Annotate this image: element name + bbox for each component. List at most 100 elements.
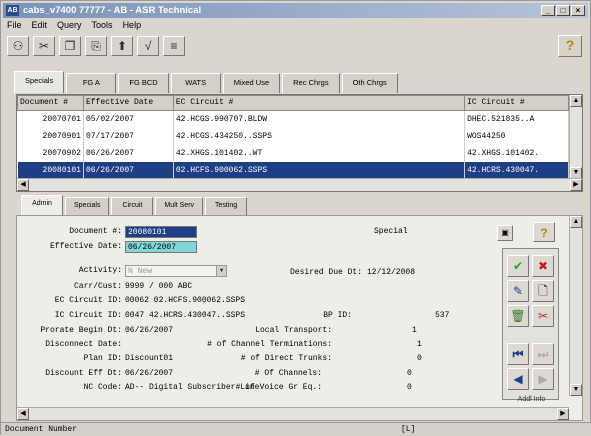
menu-help[interactable]: Help — [123, 19, 142, 32]
tab-wats[interactable]: WATS — [170, 73, 221, 93]
tab-oth-chrgs[interactable]: Oth Chrgs — [341, 73, 398, 93]
previous-record-icon[interactable]: ◀ — [507, 368, 529, 390]
tab-mixed-use[interactable]: Mixed Use — [222, 73, 281, 93]
cell-ic-circuit: DHEC.521835..A — [464, 110, 569, 128]
toolbar: ⚇ ✂ ❐ ⎘ ⬆ √ ≡ ? — [3, 33, 588, 59]
activity-select[interactable]: N New ▼ — [125, 265, 227, 277]
cell-ec-circuit: 42.HCGS.434250..SSPS — [173, 127, 466, 145]
local-transport-label: Local Transport: — [255, 326, 332, 335]
panel-help-button[interactable]: ? — [533, 222, 555, 242]
discount-eff-label: Discount Eff Dt: — [45, 369, 122, 378]
close-button[interactable]: × — [571, 5, 585, 16]
channels-value: 0 — [407, 369, 412, 378]
grid-vertical-scrollbar[interactable]: ▲ ▼ — [569, 95, 582, 179]
addl-info-button[interactable]: Addl Info — [506, 393, 557, 401]
table-row[interactable]: 20070901 07/17/2007 42.HCGS.434250..SSPS… — [17, 127, 569, 145]
delete-record-icon[interactable]: ✂ — [532, 305, 554, 327]
prorate-label: Prorate Begin Dt: — [40, 326, 122, 335]
discount-eff-value: 06/26/2007 — [125, 369, 174, 378]
tab-admin[interactable]: Admin — [21, 195, 63, 215]
minimize-button[interactable]: _ — [541, 5, 555, 16]
scroll-right-icon[interactable]: ▶ — [570, 179, 582, 191]
menu-file[interactable]: File — [7, 19, 22, 32]
scissors-icon[interactable]: ✂ — [33, 36, 55, 56]
formula-icon[interactable]: √ — [137, 36, 159, 56]
activity-value: N New — [128, 267, 153, 276]
cell-document: 20080101 — [17, 161, 84, 179]
tab-fga[interactable]: FG A — [66, 73, 117, 93]
app-window: AB cabs_v7400 77777 - AB - ASR Technical… — [0, 0, 591, 436]
bp-id-value: 537 — [435, 311, 450, 320]
tab-specials[interactable]: Specials — [14, 71, 65, 93]
tab-testing[interactable]: Testing — [205, 197, 248, 215]
col-effective-date[interactable]: Effective Date — [82, 95, 174, 111]
bp-id-label: BP ID: — [323, 311, 352, 320]
table-row-selected[interactable]: 20080101 06/26/2007 02.HCFS.900062.SSPS … — [17, 161, 569, 179]
cell-ec-circuit: 42.XHGS.101402..WT — [173, 144, 466, 162]
direct-trunks-label: # of Direct Trunks: — [240, 354, 332, 363]
last-record-icon: ⏭ — [532, 343, 554, 365]
document-field[interactable]: 20080101 — [125, 226, 197, 238]
effective-date-label: Effective Date: — [49, 242, 122, 251]
scroll-left-icon[interactable]: ◀ — [17, 179, 29, 191]
ic-circuit-value: 0047 42.HCRS.430047..SSPS — [125, 311, 246, 320]
table-row[interactable]: 20070902 06/26/2007 42.XHGS.101402..WT 4… — [17, 144, 569, 162]
tab-circuit[interactable]: Circuit — [111, 197, 154, 215]
grid-horizontal-scrollbar[interactable]: ◀ ▶ — [17, 178, 582, 191]
paste-icon[interactable]: ⎘ — [85, 36, 107, 56]
detail-tabs: Admin Specials Circuit Mult Serv Testing — [21, 195, 249, 215]
checkmark-icon[interactable]: ✔ — [507, 255, 529, 277]
nc-code-label: NC Code: — [83, 383, 122, 392]
app-icon: AB — [6, 5, 19, 16]
col-document[interactable]: Document # — [17, 95, 84, 111]
cell-document: 20070902 — [17, 144, 84, 162]
panel-horizontal-scrollbar[interactable]: ◀ ▶ — [17, 407, 569, 420]
key-icon[interactable]: ⚇ — [7, 36, 29, 56]
cell-effective-date: 05/02/2007 — [83, 110, 174, 128]
scroll-down-icon[interactable]: ▼ — [570, 384, 582, 396]
trash-icon[interactable]: 🗑 — [507, 305, 529, 327]
cell-effective-date: 07/17/2007 — [83, 127, 174, 145]
activity-label: Activity: — [78, 266, 122, 275]
cell-effective-date: 06/26/2007 — [83, 161, 174, 179]
channels-label: # Of Channels: — [254, 369, 322, 378]
scroll-up-icon[interactable]: ▲ — [570, 216, 582, 228]
chart-icon[interactable]: ≡ — [163, 36, 185, 56]
carr-cust-value: 9999 / 000 ABC — [125, 282, 193, 291]
new-document-icon[interactable]: 🗋 — [532, 280, 554, 302]
tab-specials-detail[interactable]: Specials — [65, 197, 110, 215]
menu-edit[interactable]: Edit — [32, 19, 48, 32]
document-grid: Document # Effective Date EC Circuit # I… — [16, 94, 583, 192]
title-bar: AB cabs_v7400 77777 - AB - ASR Technical… — [3, 3, 588, 18]
menu-query[interactable]: Query — [57, 19, 82, 32]
menu-bar: File Edit Query Tools Help — [3, 19, 141, 32]
disconnect-label: Disconnect Date: — [45, 340, 122, 349]
upload-icon[interactable]: ⬆ — [111, 36, 133, 56]
scroll-right-icon[interactable]: ▶ — [557, 408, 569, 420]
menu-tools[interactable]: Tools — [92, 19, 113, 32]
effective-date-field[interactable]: 06/26/2007 — [125, 241, 197, 253]
cell-ic-circuit: 42.XHGS.101402. — [464, 144, 569, 162]
panel-vertical-scrollbar[interactable]: ▲ ▼ — [569, 216, 582, 396]
next-record-icon: ▶ — [532, 368, 554, 390]
cancel-icon[interactable]: ✖ — [532, 255, 554, 277]
restore-icon[interactable]: ▣ — [497, 225, 513, 241]
scroll-up-icon[interactable]: ▲ — [570, 95, 582, 107]
tab-mult-serv[interactable]: Mult Serv — [155, 197, 204, 215]
col-ec-circuit[interactable]: EC Circuit # — [172, 95, 466, 111]
desired-due-value: 12/12/2008 — [367, 268, 416, 277]
copy-icon[interactable]: ❐ — [59, 36, 81, 56]
tab-fgbcd[interactable]: FG BCD — [118, 73, 169, 93]
local-transport-value: 1 — [412, 326, 417, 335]
help-button[interactable]: ? — [558, 35, 582, 57]
tab-rec-chrgs[interactable]: Rec Chrgs — [282, 73, 340, 93]
first-record-icon[interactable]: ⏮ — [507, 343, 529, 365]
status-code: [L] — [401, 425, 416, 434]
col-ic-circuit[interactable]: IC Circuit # — [464, 95, 569, 111]
voice-gr-eq-value: 0 — [407, 383, 412, 392]
scroll-left-icon[interactable]: ◀ — [17, 408, 29, 420]
maximize-button[interactable]: □ — [556, 5, 570, 16]
edit-pencil-icon[interactable]: ✎ — [507, 280, 529, 302]
type-value: Special — [374, 227, 408, 236]
table-row[interactable]: 20070701 05/02/2007 42.HCGS.990707.BLDW … — [17, 110, 569, 128]
